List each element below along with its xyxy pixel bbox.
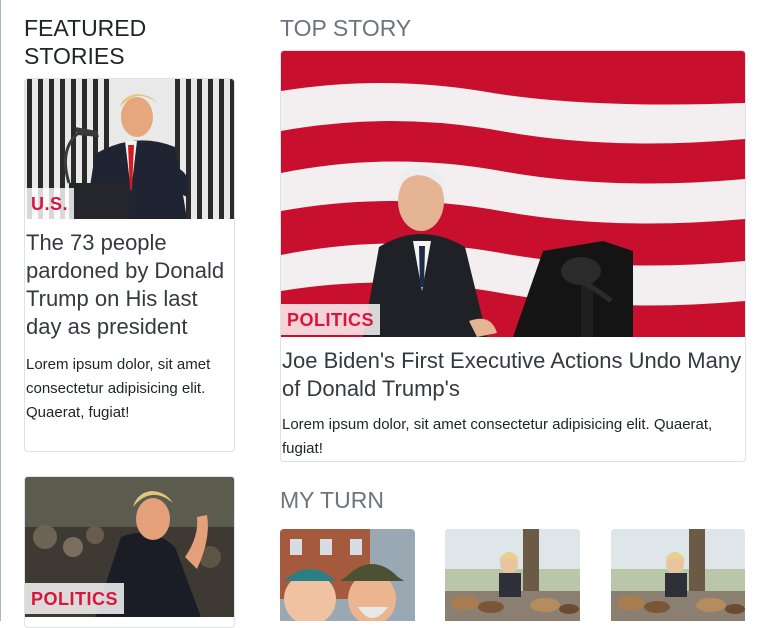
featured-card-image[interactable]: POLITICS (25, 477, 234, 617)
biden-flag-photo (281, 51, 745, 337)
top-story-summary: Lorem ipsum dolor, sit amet consectetur … (282, 416, 713, 457)
featured-headline[interactable]: The 73 people pardoned by Donald Trump o… (26, 229, 230, 341)
left-border (0, 0, 1, 621)
my-turn-thumbnail[interactable] (611, 529, 745, 621)
my-turn-thumbnail[interactable] (280, 529, 415, 621)
category-badge[interactable]: POLITICS (25, 583, 125, 614)
two-men-laughing-photo (280, 529, 415, 621)
top-story-image[interactable]: POLITICS (281, 51, 745, 337)
category-badge[interactable]: U.S. (25, 188, 75, 219)
featured-stories-heading: FEATURED STORIES (24, 15, 147, 69)
woman-with-dogs-photo (445, 529, 580, 621)
featured-summary: Lorem ipsum dolor, sit amet consectetur … (26, 356, 211, 421)
top-story-headline[interactable]: Joe Biden's First Executive Actions Undo… (282, 347, 745, 403)
featured-card-image[interactable]: U.S. (25, 79, 234, 219)
featured-card[interactable]: POLITICS (24, 476, 235, 628)
my-turn-thumbnail[interactable] (445, 529, 580, 621)
top-story-heading: TOP STORY (280, 15, 412, 41)
featured-card[interactable]: U.S. The 73 people pardoned by Donald Tr… (24, 78, 235, 452)
category-badge[interactable]: POLITICS (281, 304, 381, 335)
top-story-card[interactable]: POLITICS Joe Biden's First Executive Act… (280, 50, 746, 462)
woman-with-dogs-photo (611, 529, 745, 621)
my-turn-heading: MY TURN (280, 487, 384, 513)
